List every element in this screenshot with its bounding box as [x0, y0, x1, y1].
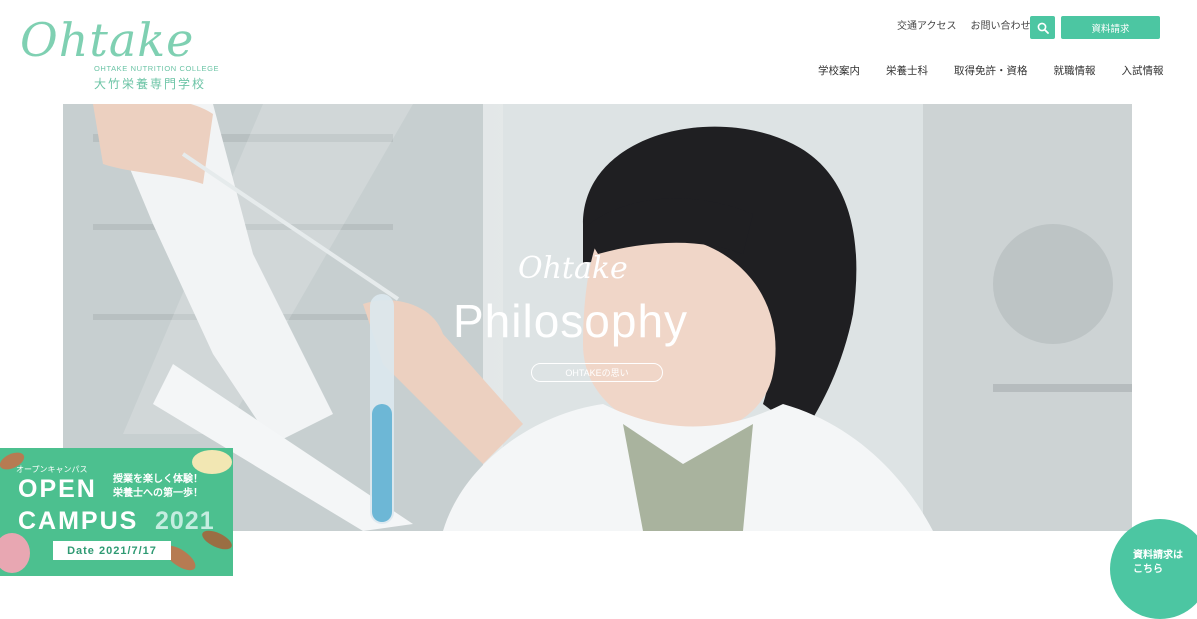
nav-employment[interactable]: 就職情報	[1054, 63, 1096, 78]
oc-campus-text: CAMPUS	[18, 507, 139, 535]
search-icon	[1037, 22, 1049, 34]
logo-japanese: 大竹栄養専門学校	[94, 77, 207, 91]
oc-copy: 授業を楽しく体験！ 栄養士への第一歩！	[113, 473, 203, 501]
floating-doc-text: 資料請求は こちら	[1133, 549, 1193, 577]
hero-title: Philosophy	[453, 295, 689, 347]
oc-small-label: オープンキャンパス	[16, 465, 88, 474]
nav-licenses[interactable]: 取得免許・資格	[954, 63, 1028, 78]
nav-school-guide[interactable]: 学校案内	[818, 63, 860, 78]
floating-doc-line1: 資料請求は	[1133, 550, 1183, 561]
oc-copy-line1: 授業を楽しく体験！	[113, 474, 203, 485]
oc-date: Date 2021/7/17	[53, 541, 171, 560]
oc-year-text: 2021	[155, 507, 215, 535]
nav-dietitian-course[interactable]: 栄養士科	[886, 63, 928, 78]
search-button[interactable]	[1030, 16, 1055, 39]
hero-script: Ohtake	[518, 251, 628, 286]
contact-link[interactable]: お問い合わせ	[971, 20, 1031, 34]
open-campus-banner[interactable]: オープンキャンパス OPEN CAMPUS 2021 授業を楽しく体験！ 栄養士…	[0, 448, 233, 576]
nav-admission[interactable]: 入試情報	[1122, 63, 1164, 78]
floating-doc-line2: こちら	[1133, 564, 1163, 575]
access-link[interactable]: 交通アクセス	[897, 20, 957, 34]
utility-nav: 交通アクセス お問い合わせ	[897, 20, 1031, 34]
oc-open-text: OPEN	[18, 475, 97, 503]
philosophy-button[interactable]: OHTAKEの思い	[531, 363, 663, 382]
logo-script: Ohtake	[20, 13, 195, 67]
main-nav: 学校案内 栄養士科 取得免許・資格 就職情報 入試情報	[818, 63, 1164, 78]
floating-document-request[interactable]: 資料請求は こちら	[1110, 519, 1197, 619]
oc-copy-line2: 栄養士への第一歩！	[113, 488, 203, 499]
document-request-button[interactable]: 資料請求	[1061, 16, 1160, 39]
logo-english: OHTAKE NUTRITION COLLEGE	[94, 64, 220, 73]
site-logo[interactable]: Ohtake OHTAKE NUTRITION COLLEGE 大竹栄養専門学校	[20, 10, 235, 91]
